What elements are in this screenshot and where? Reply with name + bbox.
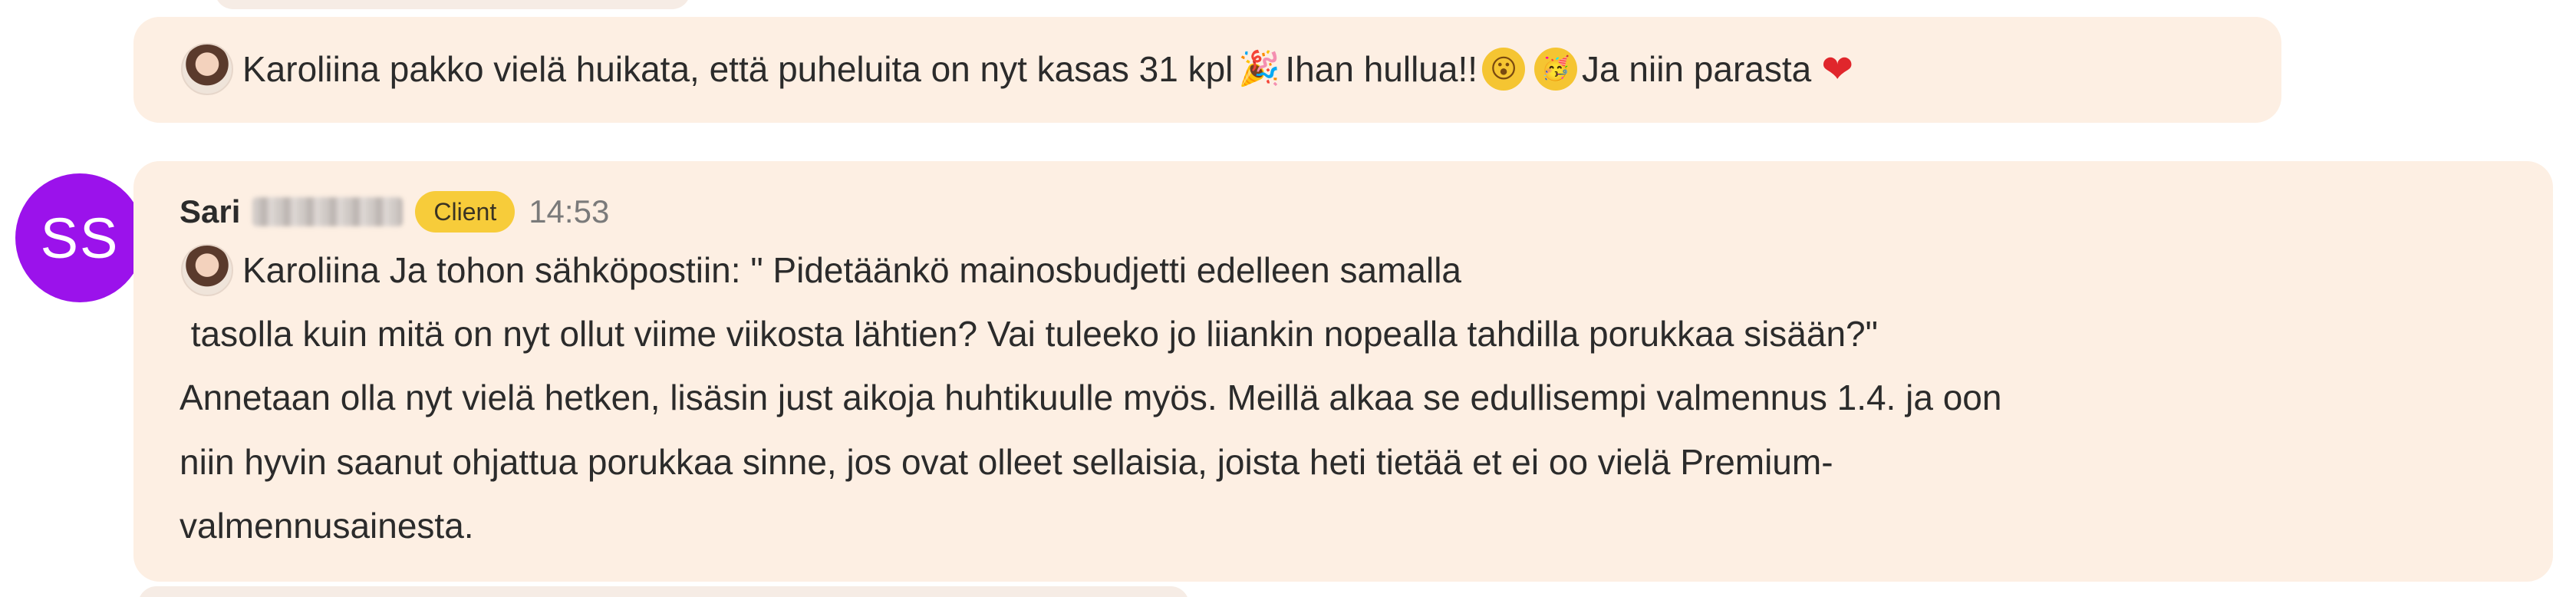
surprised-face-icon: 😮 — [1482, 48, 1526, 91]
message-text-part: Ihan hullua!! — [1285, 49, 1478, 89]
next-message-bubble[interactable] — [138, 586, 1189, 597]
message-text-part: pakko vielä huikata, että puheluita on n… — [389, 49, 1234, 89]
message-header: Sari Client 14:53 — [180, 187, 609, 236]
sender-name[interactable]: Sari — [180, 193, 240, 230]
avatar[interactable]: SS — [15, 173, 144, 302]
mention-avatar — [181, 43, 233, 95]
redacted-surname — [252, 197, 404, 226]
message-text: Karoliina pakko vielä huikata, että puhe… — [181, 37, 1863, 101]
heart-icon: ❤ — [1821, 47, 1854, 91]
message-line: tasolla kuin mitä on nyt ollut viime vii… — [181, 314, 1878, 354]
partying-face-icon: 🥳 — [1534, 48, 1578, 91]
mention-name[interactable]: Karoliina — [242, 238, 380, 302]
mention-avatar — [181, 244, 233, 296]
message-line: Annetaan olla nyt vielä hetken, lisäsin … — [180, 378, 2002, 417]
message-line: valmennusainesta. — [180, 506, 474, 546]
client-badge: Client — [415, 191, 516, 233]
chat-thread: Karoliina pakko vielä huikata, että puhe… — [0, 0, 2576, 597]
mention-name[interactable]: Karoliina — [242, 37, 380, 101]
previous-message-bubble[interactable] — [215, 0, 690, 9]
message-text-part: Ja niin parasta — [1582, 49, 1812, 89]
message-line: niin hyvin saanut ohjattua porukkaa sinn… — [180, 442, 1833, 482]
message-line: Karoliina Ja tohon sähköpostiin: " Pidet… — [181, 238, 1461, 302]
party-popper-icon: 🎉 — [1237, 49, 1280, 88]
message-timestamp: 14:53 — [529, 193, 610, 229]
message-text-part: Ja tohon sähköpostiin: " Pidetäänkö main… — [389, 250, 1462, 290]
